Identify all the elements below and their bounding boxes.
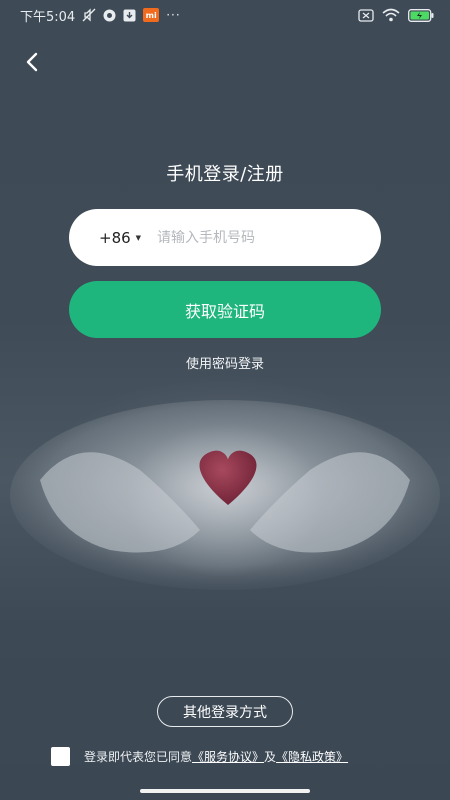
status-bar: 下午5:04 mi ··· [0,0,450,30]
sim-off-icon [358,8,374,22]
agreement-and: 及 [264,749,277,764]
battery-icon [408,8,434,22]
mute-icon [82,8,96,22]
download-icon [123,9,136,22]
get-code-button[interactable]: 获取验证码 [69,281,381,338]
page-title: 手机登录/注册 [166,164,284,185]
phone-input[interactable] [157,229,358,246]
hands-heart-illustration [10,400,440,590]
chevron-left-icon [26,52,38,72]
agreement-prefix: 登录即代表您已同意 [84,749,193,764]
caret-down-icon: ▼ [135,233,142,242]
password-login-link[interactable]: 使用密码登录 [0,353,450,372]
more-notifications-icon: ··· [166,8,181,22]
country-code-selector[interactable]: +86 ▼ [99,229,141,247]
app-notification-icon [103,9,116,22]
wifi-icon [382,8,400,22]
other-login-button[interactable]: 其他登录方式 [157,696,293,727]
agreement-row: 登录即代表您已同意 《服务协议》 及 《隐私政策》 [51,746,431,766]
country-code-value: +86 [99,228,131,247]
phone-field: +86 ▼ [69,209,381,266]
back-button[interactable] [18,48,46,76]
home-indicator [140,789,310,793]
privacy-policy-link[interactable]: 《隐私政策》 [276,748,348,765]
service-agreement-link[interactable]: 《服务协议》 [192,748,264,765]
mi-app-icon: mi [143,8,160,22]
agreement-checkbox[interactable] [51,746,70,766]
status-time: 下午5:04 [20,9,76,25]
